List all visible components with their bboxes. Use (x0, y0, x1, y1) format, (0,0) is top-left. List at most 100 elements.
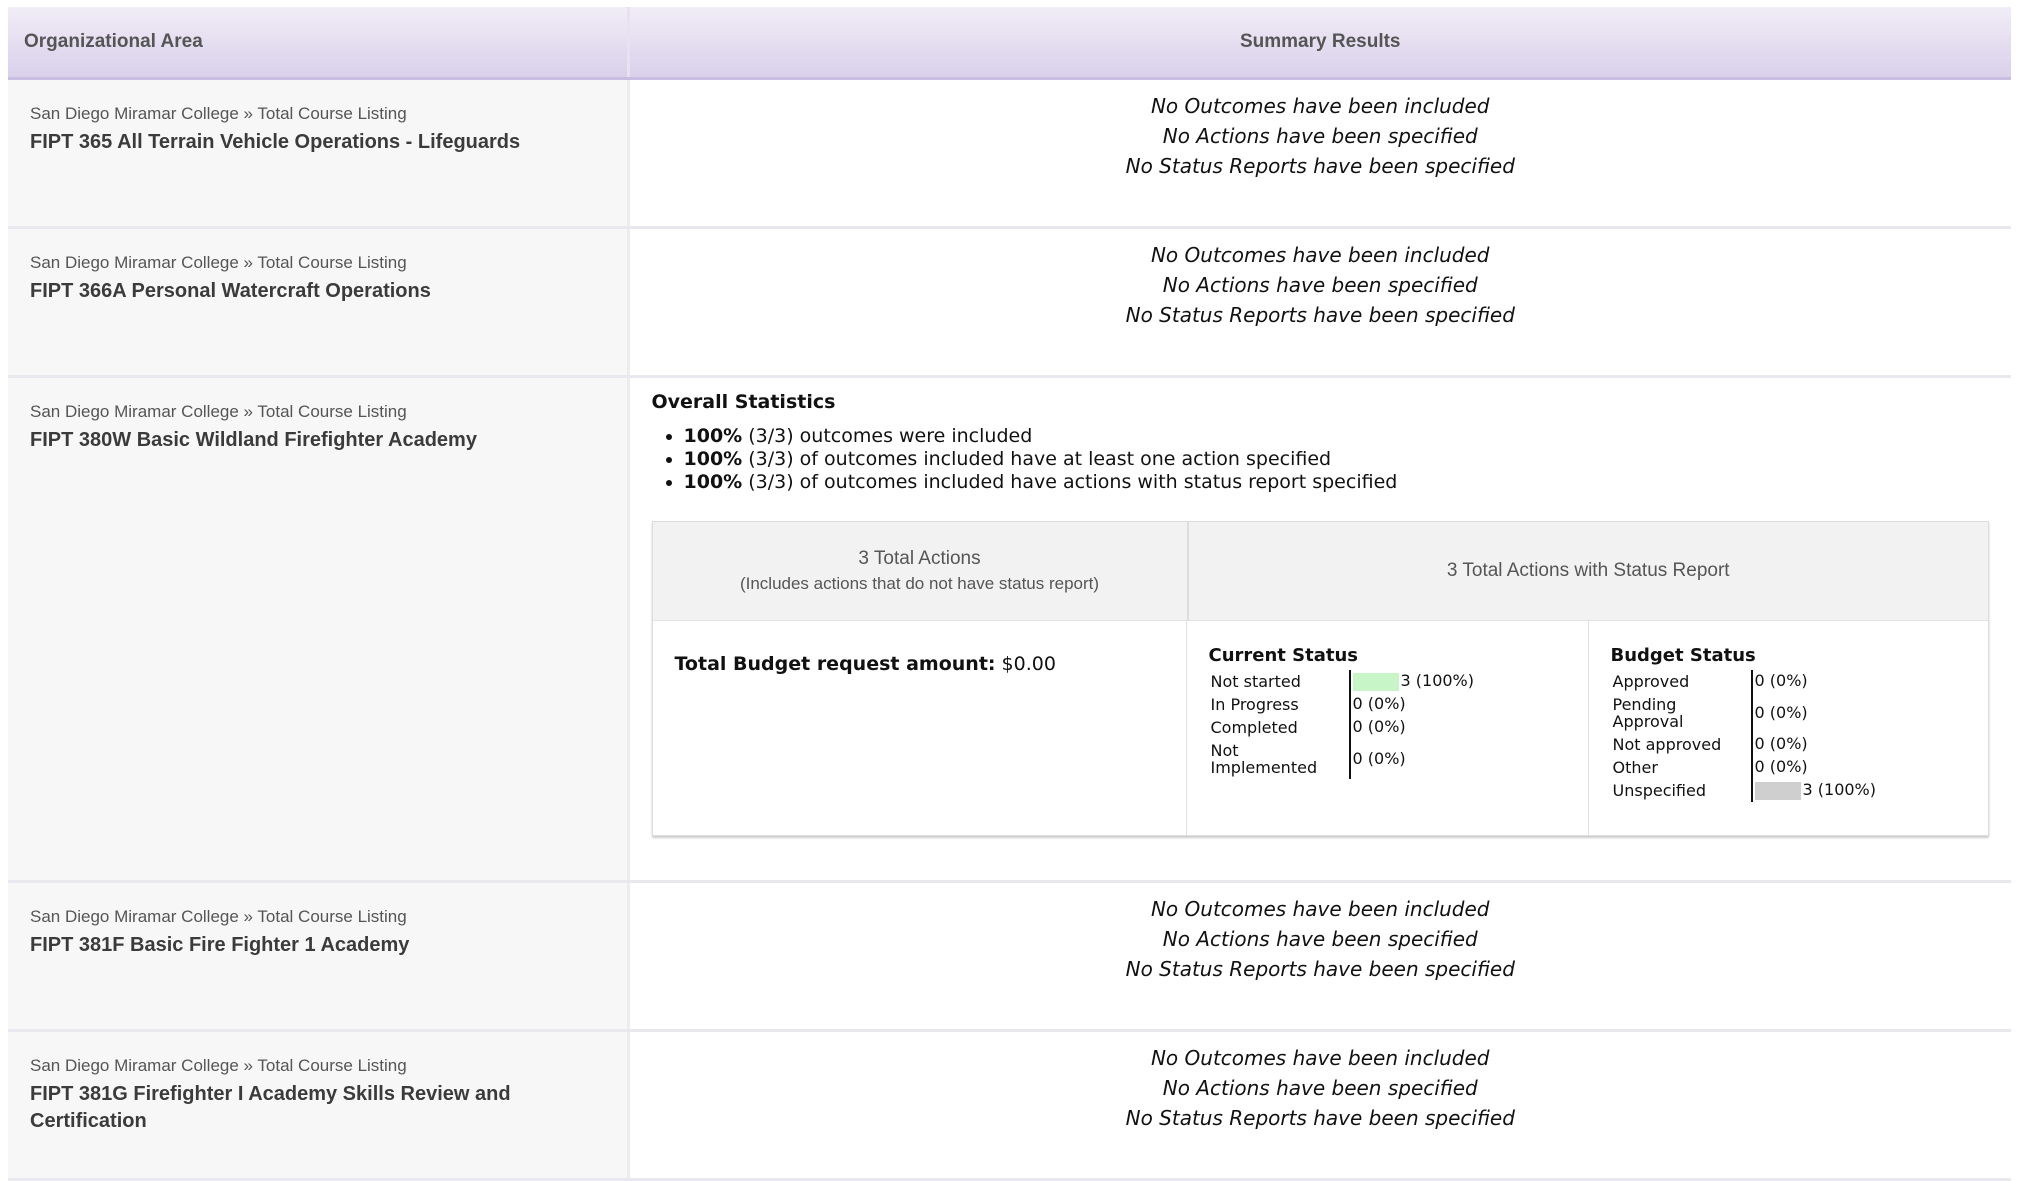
budget-label: Other (1612, 758, 1658, 777)
summary-cell: No Outcomes have been included No Action… (628, 881, 2011, 1032)
no-actions-text: No Actions have been specified (1162, 273, 1478, 297)
breadcrumb: San Diego Miramar College » Total Course… (30, 1056, 407, 1075)
summary-table: Organizational Area Summary Results San … (8, 7, 2011, 1181)
budget-status-section: Budget Status Approved 0 (0%) Pending Ap… (1589, 621, 1989, 835)
table-row: San Diego Miramar College » Total Course… (8, 1030, 2011, 1181)
column-header-summary[interactable]: Summary Results (628, 7, 2011, 80)
status-value-cell: 3 (100%) (1348, 670, 1476, 693)
report-page: Organizational Area Summary Results San … (0, 0, 2019, 1181)
statistics-item: 100% (3/3) outcomes were included (684, 425, 1990, 448)
table-row: San Diego Miramar College » Total Course… (8, 227, 2011, 378)
breadcrumb: San Diego Miramar College » Total Course… (30, 253, 407, 272)
org-area-cell: San Diego Miramar College » Total Course… (8, 1030, 630, 1181)
budget-value-cell: 0 (0%) (1750, 756, 1878, 779)
empty-summary: No Outcomes have been included No Action… (631, 884, 2011, 984)
budget-value: 0 (0%) (1754, 757, 1808, 777)
budget-value-cell: 3 (100%) (1750, 779, 1878, 802)
course-title: FIPT 365 All Terrain Vehicle Operations … (30, 131, 521, 153)
total-actions-with-status-label: 3 Total Actions with Status Report (1446, 560, 1730, 581)
course-title: FIPT 380W Basic Wildland Firefighter Aca… (30, 429, 477, 451)
org-area-cell: San Diego Miramar College » Total Course… (8, 376, 630, 883)
statistics-text: (3/3) of outcomes included have actions … (742, 471, 1398, 493)
budget-request-value: $0.00 (995, 653, 1056, 675)
no-actions-text: No Actions have been specified (1162, 927, 1478, 951)
statistics-percent: 100% (683, 425, 743, 447)
statistics-item: 100% (3/3) of outcomes included have act… (684, 471, 1990, 494)
no-status-reports-text: No Status Reports have been specified (1125, 303, 1515, 327)
budget-value: 0 (0%) (1754, 671, 1808, 691)
empty-summary: No Outcomes have been included No Action… (631, 230, 2011, 330)
budget-label: Approved (1612, 672, 1690, 691)
status-row: Not Implemented 0 (0%) (1209, 739, 1476, 779)
org-area-cell: San Diego Miramar College » Total Course… (8, 881, 630, 1032)
status-bar (1352, 672, 1399, 691)
status-label: Not started (1210, 672, 1301, 691)
budget-bar (1754, 781, 1801, 800)
budget-row: Approved 0 (0%) (1611, 670, 1878, 693)
status-label: Not Implemented (1210, 741, 1318, 777)
summary-cell: No Outcomes have been included No Action… (628, 227, 2011, 378)
budget-status-title: Budget Status (1610, 645, 1756, 666)
status-value: 0 (0%) (1352, 717, 1406, 737)
table-row: San Diego Miramar College » Total Course… (8, 881, 2011, 1032)
budget-value-cell: 0 (0%) (1750, 733, 1878, 756)
breadcrumb: San Diego Miramar College » Total Course… (30, 104, 407, 123)
course-title: FIPT 366A Personal Watercraft Operations (30, 280, 431, 302)
empty-summary: No Outcomes have been included No Action… (631, 1033, 2011, 1133)
summary-cell: No Outcomes have been included No Action… (628, 1030, 2011, 1181)
status-value: 0 (0%) (1352, 748, 1406, 768)
no-outcomes-text: No Outcomes have been included (1150, 94, 1490, 118)
budget-value: 3 (100%) (1802, 780, 1877, 800)
empty-summary: No Outcomes have been included No Action… (631, 81, 2011, 181)
budget-value-cell: 0 (0%) (1750, 693, 1878, 733)
statistics-item: 100% (3/3) of outcomes included have at … (684, 448, 1990, 471)
total-actions-header: 3 Total Actions (Includes actions that d… (653, 522, 1189, 620)
no-status-reports-text: No Status Reports have been specified (1125, 957, 1515, 981)
budget-value-cell: 0 (0%) (1750, 670, 1878, 693)
actions-panel-header: 3 Total Actions (Includes actions that d… (652, 522, 1989, 621)
no-actions-text: No Actions have been specified (1162, 124, 1478, 148)
overall-statistics: Overall Statistics 100% (3/3) outcomes w… (631, 379, 2011, 836)
current-status-section: Current Status Not started 3 (100%) In P… (1187, 621, 1589, 835)
breadcrumb: San Diego Miramar College » Total Course… (30, 402, 407, 421)
status-value: 0 (0%) (1352, 694, 1406, 714)
budget-row: Unspecified 3 (100%) (1611, 779, 1878, 802)
budget-value: 0 (0%) (1754, 734, 1808, 754)
current-status-chart: Not started 3 (100%) In Progress 0 (0%) … (1209, 670, 1476, 779)
no-outcomes-text: No Outcomes have been included (1150, 243, 1490, 267)
summary-cell: No Outcomes have been included No Action… (628, 78, 2011, 229)
status-row: Completed 0 (0%) (1209, 716, 1476, 739)
no-outcomes-text: No Outcomes have been included (1150, 1046, 1490, 1070)
total-actions-label: 3 Total Actions (858, 548, 981, 569)
status-label: In Progress (1210, 695, 1299, 714)
org-area-cell: San Diego Miramar College » Total Course… (8, 227, 630, 378)
no-outcomes-text: No Outcomes have been included (1150, 897, 1490, 921)
budget-row: Not approved 0 (0%) (1611, 733, 1878, 756)
status-value: 3 (100%) (1400, 671, 1475, 691)
org-area-cell: San Diego Miramar College » Total Course… (8, 78, 630, 229)
budget-request-section: Total Budget request amount: $0.00 (653, 621, 1187, 835)
actions-panel: 3 Total Actions (Includes actions that d… (651, 521, 1989, 836)
course-title: FIPT 381F Basic Fire Fighter 1 Academy (30, 934, 410, 956)
statistics-list: 100% (3/3) outcomes were included 100% (… (652, 425, 1990, 494)
budget-request-label: Total Budget request amount: (674, 653, 996, 675)
budget-row: Other 0 (0%) (1611, 756, 1878, 779)
budget-row: Pending Approval 0 (0%) (1611, 693, 1878, 733)
budget-label: Not approved (1612, 735, 1722, 754)
table-header-row: Organizational Area Summary Results (8, 7, 2011, 80)
status-row: In Progress 0 (0%) (1209, 693, 1476, 716)
status-actions-header: 3 Total Actions with Status Report (1189, 522, 1989, 620)
total-actions-note: (Includes actions that do not have statu… (739, 574, 1100, 593)
summary-cell: Overall Statistics 100% (3/3) outcomes w… (628, 376, 2011, 883)
statistics-text: (3/3) outcomes were included (742, 425, 1033, 447)
actions-panel-body: Total Budget request amount: $0.00 Curre… (653, 621, 1989, 835)
table-row: San Diego Miramar College » Total Course… (8, 376, 2011, 883)
statistics-text: (3/3) of outcomes included have at least… (742, 448, 1332, 470)
statistics-title: Overall Statistics (651, 391, 836, 413)
no-status-reports-text: No Status Reports have been specified (1125, 154, 1515, 178)
statistics-percent: 100% (683, 448, 743, 470)
column-header-org-area[interactable]: Organizational Area (8, 7, 630, 80)
status-value-cell: 0 (0%) (1348, 716, 1476, 739)
table-row: San Diego Miramar College » Total Course… (8, 78, 2011, 229)
status-label: Completed (1210, 718, 1298, 737)
